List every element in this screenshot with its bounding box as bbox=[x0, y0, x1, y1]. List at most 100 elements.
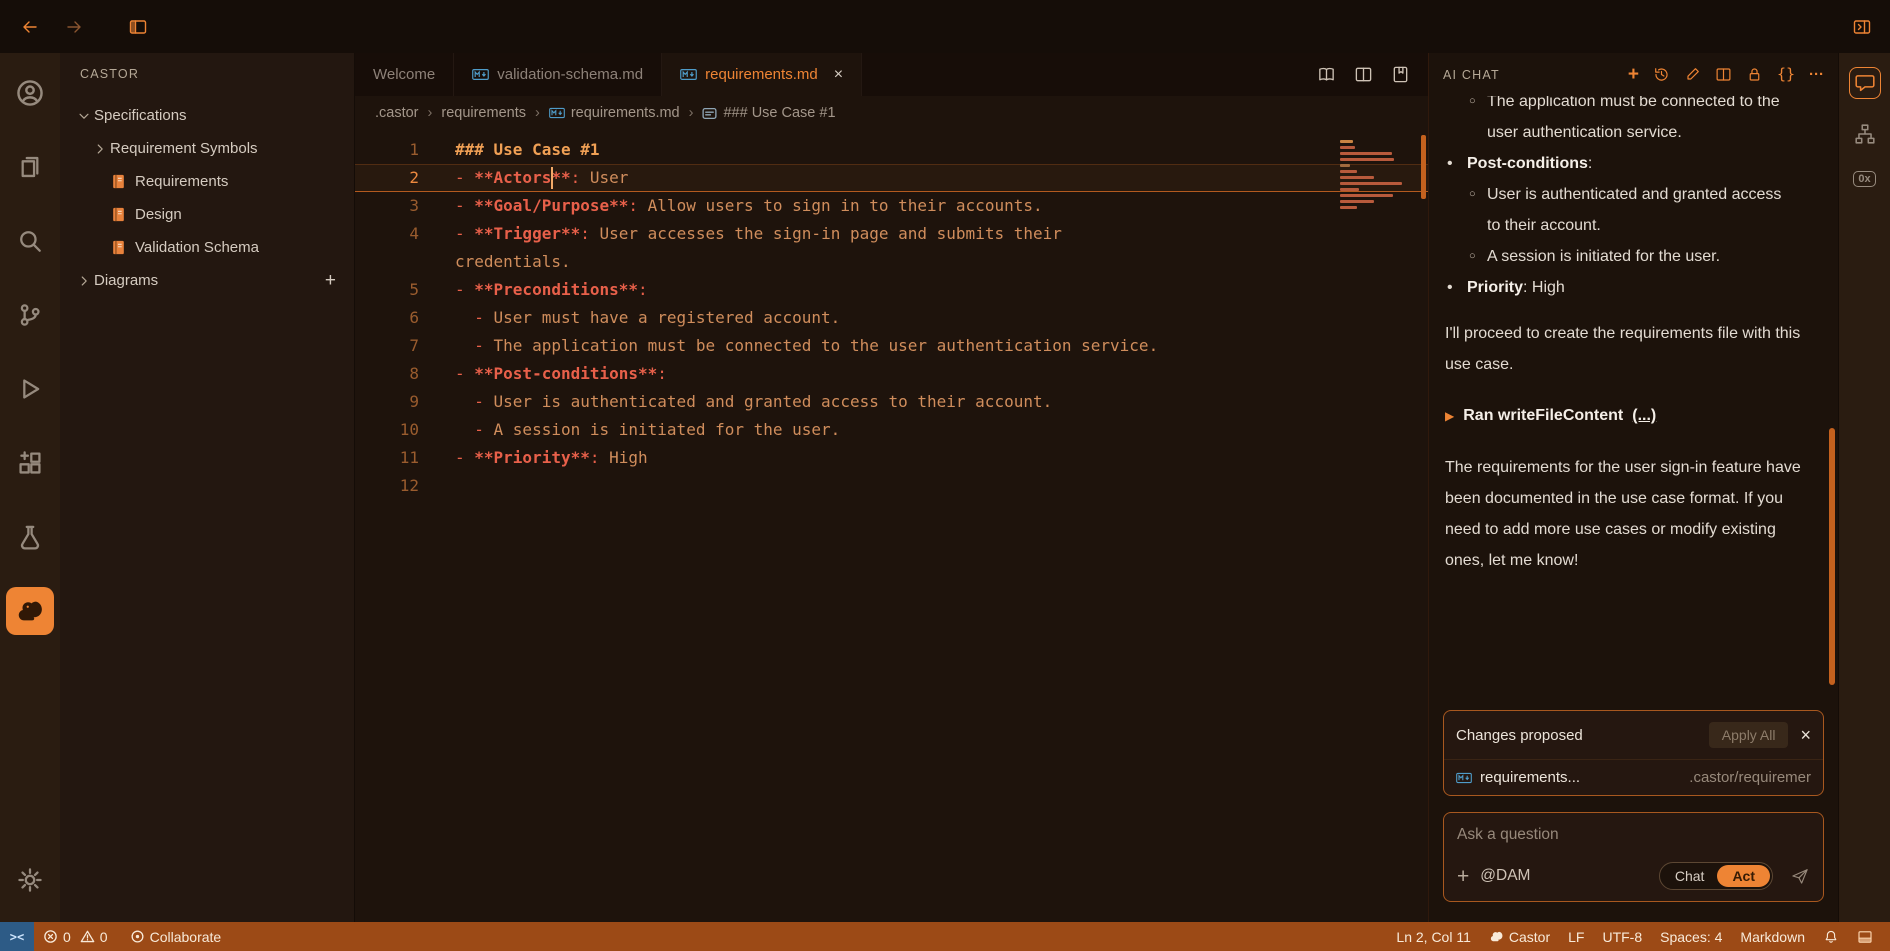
tab-validation-schema[interactable]: validation-schema.md bbox=[454, 53, 662, 96]
breadcrumb-separator: › bbox=[428, 105, 433, 121]
notebook-icon[interactable] bbox=[1391, 65, 1410, 84]
markdown-icon bbox=[549, 105, 565, 121]
chat-block-tool[interactable]: ▶Ran writeFileContent(...) bbox=[1445, 404, 1822, 428]
code-token: : bbox=[638, 280, 648, 299]
language-indicator[interactable]: Markdown bbox=[1731, 922, 1814, 951]
code-line[interactable]: 10 - A session is initiated for the user… bbox=[355, 416, 1428, 444]
nav-forward-icon[interactable] bbox=[64, 17, 84, 37]
mode-toggle[interactable]: Chat Act bbox=[1659, 862, 1773, 890]
sidebar-item-requirement-symbols[interactable]: Requirement Symbols bbox=[60, 132, 354, 165]
problems-indicator[interactable]: 0 0 bbox=[34, 922, 121, 951]
collaborate-button[interactable]: Collaborate bbox=[121, 922, 231, 951]
eol-indicator[interactable]: LF bbox=[1559, 922, 1593, 951]
mention-chip[interactable]: @DAM bbox=[1480, 867, 1530, 885]
code-line[interactable]: 1### Use Case #1 bbox=[355, 136, 1428, 164]
chat-body[interactable]: ○The application must be connected to th… bbox=[1429, 96, 1838, 710]
toggle-panel-right-icon[interactable] bbox=[1852, 17, 1872, 37]
code-line[interactable]: 11- **Priority**: High bbox=[355, 444, 1428, 472]
code-line[interactable]: 6 - User must have a registered account. bbox=[355, 304, 1428, 332]
text-caret bbox=[551, 167, 553, 189]
open-preview-icon[interactable] bbox=[1317, 65, 1336, 84]
sidebar-item-requirements[interactable]: Requirements bbox=[60, 165, 354, 198]
chat-panel-title: AI CHAT bbox=[1443, 68, 1500, 82]
mode-chat-option[interactable]: Chat bbox=[1662, 865, 1718, 887]
code-line[interactable]: 5- **Preconditions**: bbox=[355, 276, 1428, 304]
code-token: - bbox=[455, 336, 494, 355]
code-token: The application must be connected to the… bbox=[494, 336, 1159, 355]
split-columns-icon[interactable] bbox=[1715, 66, 1732, 83]
code-line[interactable]: 2- **Actors**: User bbox=[355, 164, 1428, 192]
more-icon[interactable]: ··· bbox=[1809, 67, 1824, 82]
code-line-wrap[interactable]: credentials. bbox=[355, 248, 1428, 276]
extensions-icon[interactable] bbox=[6, 439, 54, 487]
indentation-indicator[interactable]: Spaces: 4 bbox=[1651, 922, 1731, 951]
error-icon bbox=[43, 929, 58, 944]
code-editor[interactable]: 1### Use Case #12- **Actors**: User3- **… bbox=[355, 130, 1428, 922]
add-diagram-button[interactable]: + bbox=[325, 271, 336, 290]
apply-all-button[interactable]: Apply All bbox=[1709, 722, 1789, 748]
hierarchy-icon[interactable] bbox=[1854, 123, 1876, 145]
code-line-content: - **Post-conditions**: bbox=[455, 360, 667, 388]
remote-indicator[interactable]: >< bbox=[0, 922, 34, 951]
split-editor-icon[interactable] bbox=[1354, 65, 1373, 84]
editor-scrollbar[interactable] bbox=[1421, 135, 1426, 199]
breadcrumb-item[interactable]: ### Use Case #1 bbox=[702, 105, 835, 121]
source-control-icon[interactable] bbox=[6, 291, 54, 339]
code-line[interactable]: 3- **Goal/Purpose**: Allow users to sign… bbox=[355, 192, 1428, 220]
lock-icon[interactable] bbox=[1746, 66, 1763, 83]
sidebar-item-validation-schema[interactable]: Validation Schema bbox=[60, 231, 354, 264]
edit-icon[interactable] bbox=[1684, 66, 1701, 83]
breadcrumb-item[interactable]: .castor bbox=[375, 105, 419, 121]
chat-input-card[interactable]: Ask a question + @DAM Chat Act bbox=[1443, 812, 1824, 902]
chat-text: A session is initiated for the user. bbox=[1487, 241, 1720, 272]
history-icon[interactable] bbox=[1653, 66, 1670, 83]
toggle-sidebar-icon[interactable] bbox=[128, 17, 148, 37]
explorer-icon[interactable] bbox=[6, 143, 54, 191]
chat-bubble-icon[interactable] bbox=[1849, 67, 1881, 99]
code-line[interactable]: 8- **Post-conditions**: bbox=[355, 360, 1428, 388]
run-debug-icon[interactable] bbox=[6, 365, 54, 413]
notifications-bell-icon[interactable] bbox=[1814, 922, 1848, 951]
breadcrumb-item[interactable]: requirements bbox=[441, 105, 526, 121]
expand-arrow-icon[interactable]: ▶ bbox=[1445, 404, 1454, 428]
chat-input[interactable]: Ask a question bbox=[1457, 826, 1810, 844]
panel-layout-icon[interactable] bbox=[1848, 922, 1882, 951]
code-token: **Post-conditions** bbox=[474, 364, 657, 383]
close-icon[interactable]: × bbox=[1800, 726, 1811, 744]
hex-icon[interactable]: 0x bbox=[1853, 169, 1875, 187]
add-context-button[interactable]: + bbox=[1457, 866, 1469, 887]
chat-scrollbar[interactable] bbox=[1829, 428, 1835, 686]
code-token: : bbox=[580, 224, 590, 243]
castor-icon[interactable] bbox=[6, 587, 54, 635]
send-icon[interactable] bbox=[1790, 866, 1810, 886]
add-icon[interactable]: + bbox=[1628, 65, 1639, 84]
castor-status-item[interactable]: Castor bbox=[1480, 922, 1559, 951]
mode-act-option[interactable]: Act bbox=[1717, 865, 1770, 887]
code-line[interactable]: 7 - The application must be connected to… bbox=[355, 332, 1428, 360]
code-line[interactable]: 4- **Trigger**: User accesses the sign-i… bbox=[355, 220, 1428, 248]
nav-back-icon[interactable] bbox=[20, 17, 40, 37]
sidebar-item-design[interactable]: Design bbox=[60, 198, 354, 231]
changed-file-row[interactable]: requirements... .castor/requiremer bbox=[1444, 759, 1823, 795]
code-line[interactable]: 9 - User is authenticated and granted ac… bbox=[355, 388, 1428, 416]
code-token: **Goal/Purpose** bbox=[474, 196, 628, 215]
code-token: : bbox=[590, 448, 600, 467]
sidebar-item-specifications[interactable]: Specifications bbox=[60, 99, 354, 132]
breadcrumb-item[interactable]: requirements.md bbox=[549, 105, 680, 121]
sidebar-item-diagrams[interactable]: Diagrams + bbox=[60, 264, 354, 297]
search-icon[interactable] bbox=[6, 217, 54, 265]
settings-gear-icon[interactable] bbox=[6, 856, 54, 904]
close-icon[interactable]: × bbox=[834, 66, 843, 84]
code-line[interactable]: 12 bbox=[355, 472, 1428, 500]
tab-welcome[interactable]: Welcome bbox=[355, 53, 454, 96]
minimap[interactable] bbox=[1340, 140, 1412, 215]
minimap-line bbox=[1340, 188, 1359, 191]
bullet-marker: • bbox=[1447, 272, 1467, 303]
encoding-indicator[interactable]: UTF-8 bbox=[1593, 922, 1651, 951]
tab-requirements[interactable]: requirements.md × bbox=[662, 53, 862, 96]
braces-icon[interactable]: {} bbox=[1777, 67, 1795, 82]
cursor-position[interactable]: Ln 2, Col 11 bbox=[1387, 922, 1479, 951]
castor-label: Castor bbox=[1509, 929, 1550, 945]
account-icon[interactable] bbox=[6, 69, 54, 117]
testing-icon[interactable] bbox=[6, 513, 54, 561]
